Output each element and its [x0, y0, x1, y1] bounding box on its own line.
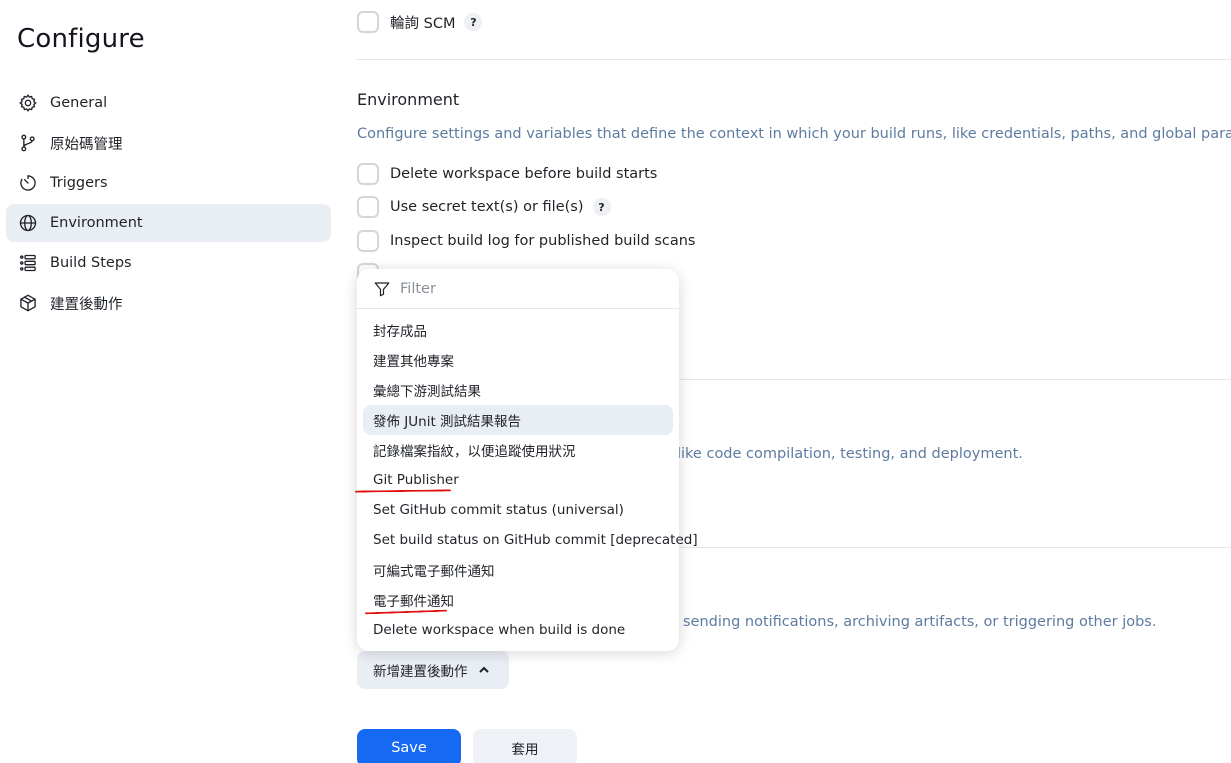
- help-icon[interactable]: ?: [464, 13, 483, 31]
- menu-item-github-commit-status[interactable]: Set GitHub commit status (universal): [363, 495, 673, 525]
- page-title: Configure: [17, 24, 145, 54]
- gear-icon: [18, 93, 38, 113]
- secret-files-checkbox[interactable]: [357, 196, 379, 218]
- menu-item-github-build-status-deprecated[interactable]: Set build status on GitHub commit [depre…: [363, 525, 698, 555]
- add-post-build-action-label: 新增建置後動作: [373, 664, 468, 680]
- poll-scm-checkbox[interactable]: [357, 11, 379, 33]
- inspect-build-log-option[interactable]: Inspect build log for published build sc…: [357, 230, 696, 252]
- sidebar-item-post-build[interactable]: 建置後動作: [6, 284, 331, 322]
- environment-section-title: Environment: [357, 90, 460, 109]
- filter-icon: [374, 281, 390, 296]
- dropdown-list: 封存成品 建置其他專案 彙總下游測試結果 發佈 JUnit 測試結果報告 記錄檔…: [357, 309, 698, 645]
- chevron-up-icon: [478, 666, 489, 673]
- timer-icon: [18, 173, 38, 193]
- secret-files-option[interactable]: Use secret text(s) or file(s) ?: [357, 196, 611, 218]
- cube-icon: [18, 293, 38, 313]
- menu-item-editable-email-notification[interactable]: 可編式電子郵件通知: [363, 555, 673, 585]
- option-label: Delete workspace before build starts: [390, 166, 658, 182]
- sidebar: Configure General 原始碼管理 Triggers Environ…: [0, 0, 340, 763]
- apply-button[interactable]: 套用: [473, 729, 577, 763]
- git-branch-icon: [18, 133, 38, 153]
- sidebar-item-scm[interactable]: 原始碼管理: [6, 124, 331, 162]
- list-steps-icon: [18, 253, 38, 273]
- dropdown-filter: [357, 269, 679, 309]
- sidebar-item-label: General: [50, 95, 108, 111]
- menu-item-publish-junit[interactable]: 發佈 JUnit 測試結果報告: [363, 405, 673, 435]
- sidebar-item-label: Build Steps: [50, 255, 132, 271]
- poll-scm-option[interactable]: 輪詢 SCM ?: [357, 11, 483, 33]
- sidebar-item-label: 原始碼管理: [50, 136, 123, 153]
- poll-scm-label: 輪詢 SCM: [390, 15, 456, 32]
- post-build-action-dropdown: 封存成品 建置其他專案 彙總下游測試結果 發佈 JUnit 測試結果報告 記錄檔…: [357, 269, 698, 651]
- delete-workspace-checkbox[interactable]: [357, 163, 379, 185]
- add-post-build-action-button[interactable]: 新增建置後動作: [357, 651, 509, 689]
- menu-item-record-fingerprints[interactable]: 記錄檔案指紋，以便追蹤使用狀況: [363, 435, 673, 465]
- build-steps-description-fragment: like code compilation, testing, and depl…: [677, 446, 1023, 462]
- option-label: Use secret text(s) or file(s): [390, 199, 584, 215]
- menu-item-delete-workspace-when-done[interactable]: Delete workspace when build is done: [363, 615, 673, 645]
- sidebar-item-label: Triggers: [50, 175, 108, 191]
- environment-section-description: Configure settings and variables that de…: [357, 126, 1231, 142]
- sidebar-item-general[interactable]: General: [6, 84, 331, 122]
- help-icon[interactable]: ?: [592, 198, 611, 216]
- sidebar-item-environment[interactable]: Environment: [6, 204, 331, 242]
- menu-item-build-other-projects[interactable]: 建置其他專案: [363, 345, 673, 375]
- sidebar-item-label: 建置後動作: [50, 296, 123, 313]
- sidebar-item-triggers[interactable]: Triggers: [6, 164, 331, 202]
- menu-item-aggregate-downstream-tests[interactable]: 彙總下游測試結果: [363, 375, 673, 405]
- menu-item-archive-artifacts[interactable]: 封存成品: [363, 315, 673, 345]
- globe-icon: [18, 213, 38, 233]
- sidebar-item-label: Environment: [50, 215, 143, 231]
- inspect-build-log-checkbox[interactable]: [357, 230, 379, 252]
- section-divider: [357, 59, 1231, 60]
- filter-input[interactable]: [400, 280, 650, 297]
- sidebar-item-build-steps[interactable]: Build Steps: [6, 244, 331, 282]
- delete-workspace-option[interactable]: Delete workspace before build starts: [357, 163, 657, 185]
- sidebar-nav: General 原始碼管理 Triggers Environment Build…: [6, 84, 331, 324]
- save-button[interactable]: Save: [357, 729, 461, 763]
- option-label: Inspect build log for published build sc…: [390, 233, 696, 249]
- post-build-description-fragment: sending notifications, archiving artifac…: [683, 614, 1157, 630]
